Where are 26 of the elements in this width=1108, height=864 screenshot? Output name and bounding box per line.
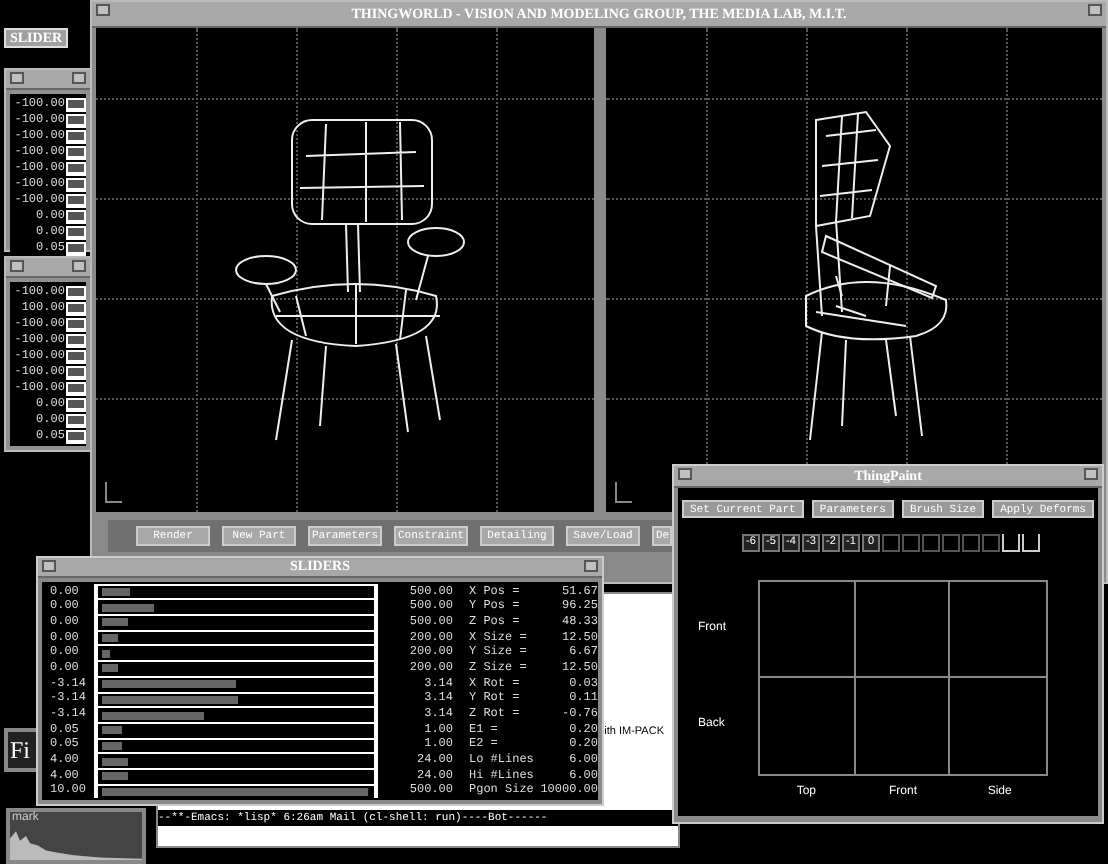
window-menu-icon[interactable] — [10, 260, 24, 272]
scale-cell[interactable] — [942, 534, 960, 552]
window-menu-icon[interactable] — [678, 468, 692, 480]
maximize-icon[interactable] — [1084, 468, 1098, 480]
axis-icon — [613, 480, 633, 504]
slider-track[interactable] — [93, 660, 379, 676]
maximize-icon[interactable] — [584, 560, 598, 572]
slider-track[interactable] — [93, 614, 379, 630]
scale-cell[interactable] — [962, 534, 980, 552]
scale-cell[interactable] — [902, 534, 920, 552]
maximize-icon[interactable] — [72, 72, 86, 84]
scale-cell[interactable] — [882, 534, 900, 552]
maximize-icon[interactable] — [1088, 4, 1102, 16]
window-menu-icon[interactable] — [42, 560, 56, 572]
scale-cell[interactable] — [982, 534, 1000, 552]
window-menu-icon[interactable] — [96, 4, 110, 16]
slider-track[interactable] — [93, 583, 379, 599]
slider-track[interactable] — [93, 644, 379, 661]
window-menu-icon[interactable] — [10, 72, 24, 84]
maximize-icon[interactable] — [72, 260, 86, 272]
slider-track[interactable] — [93, 598, 379, 615]
axis-icon — [104, 480, 124, 504]
window-label: Fi — [10, 738, 31, 762]
slider-track[interactable] — [93, 706, 379, 722]
slider-track[interactable] — [93, 752, 379, 768]
scale-cell[interactable] — [922, 534, 940, 552]
